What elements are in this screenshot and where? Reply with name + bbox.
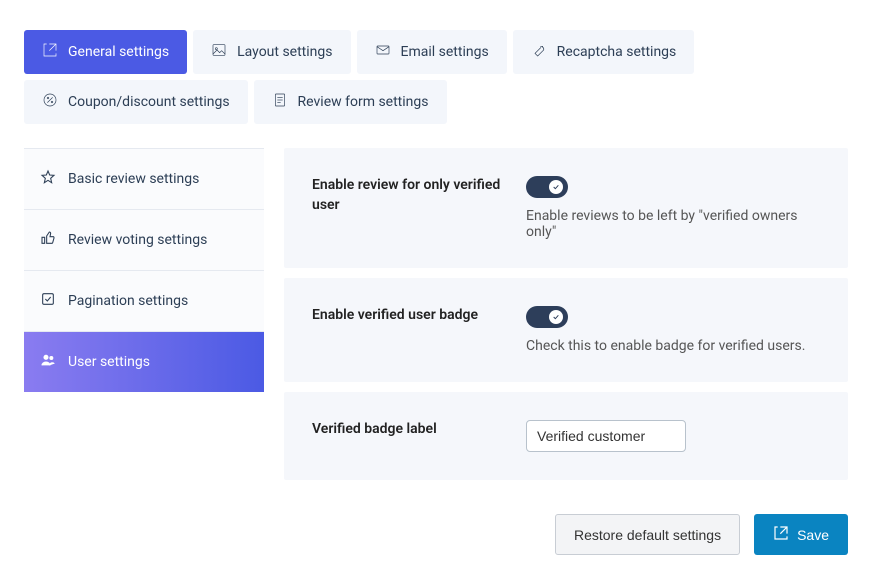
wrench-icon [531, 42, 547, 62]
checkbox-icon [40, 291, 56, 311]
button-label: Restore default settings [574, 527, 721, 543]
tab-recaptcha[interactable]: Recaptcha settings [513, 30, 695, 74]
save-icon [773, 525, 789, 544]
star-icon [40, 169, 56, 189]
setting-label: Verified badge label [312, 420, 502, 452]
restore-defaults-button[interactable]: Restore default settings [555, 514, 740, 555]
percent-icon [42, 92, 58, 112]
tab-general[interactable]: General settings [24, 30, 187, 74]
content: Enable review for only verified user Ena… [284, 148, 848, 555]
top-tabs: General settings Layout settings Email s… [24, 30, 848, 124]
sidebar-item-label: User settings [68, 354, 150, 370]
badge-label-input[interactable] [526, 420, 686, 452]
tab-layout[interactable]: Layout settings [193, 30, 350, 74]
panel-badge-label: Verified badge label [284, 392, 848, 480]
thumbs-up-icon [40, 230, 56, 250]
tab-label: Layout settings [237, 44, 332, 60]
setting-help: Enable reviews to be left by "verified o… [526, 208, 820, 240]
mail-icon [375, 42, 391, 62]
setting-label: Enable verified user badge [312, 306, 502, 354]
tab-label: Email settings [401, 44, 489, 60]
page-icon [42, 42, 58, 62]
tab-coupon[interactable]: Coupon/discount settings [24, 80, 248, 124]
panel-verified-only: Enable review for only verified user Ena… [284, 148, 848, 268]
toggle-verified-only[interactable] [526, 176, 568, 198]
tab-reviewform[interactable]: Review form settings [254, 80, 447, 124]
sidebar-item-label: Review voting settings [68, 232, 207, 248]
tab-label: Recaptcha settings [557, 44, 677, 60]
sidebar-item-pagination[interactable]: Pagination settings [24, 271, 264, 332]
sidebar-item-label: Pagination settings [68, 293, 188, 309]
tab-email[interactable]: Email settings [357, 30, 507, 74]
tab-label: Review form settings [298, 94, 429, 110]
tab-label: General settings [68, 44, 169, 60]
panel-verified-badge: Enable verified user badge Check this to… [284, 278, 848, 382]
image-icon [211, 42, 227, 62]
sidebar-item-user[interactable]: User settings [24, 332, 264, 392]
footer-actions: Restore default settings Save [284, 514, 848, 555]
toggle-verified-badge[interactable] [526, 306, 568, 328]
main-area: Basic review settings Review voting sett… [24, 148, 848, 555]
setting-help: Check this to enable badge for verified … [526, 338, 820, 354]
sidebar: Basic review settings Review voting sett… [24, 148, 264, 392]
sidebar-item-label: Basic review settings [68, 171, 199, 187]
setting-label: Enable review for only verified user [312, 176, 502, 240]
sidebar-item-basic[interactable]: Basic review settings [24, 149, 264, 210]
save-button[interactable]: Save [754, 514, 848, 555]
sidebar-item-voting[interactable]: Review voting settings [24, 210, 264, 271]
button-label: Save [797, 527, 829, 543]
users-icon [40, 352, 56, 372]
tab-label: Coupon/discount settings [68, 94, 230, 110]
form-icon [272, 92, 288, 112]
